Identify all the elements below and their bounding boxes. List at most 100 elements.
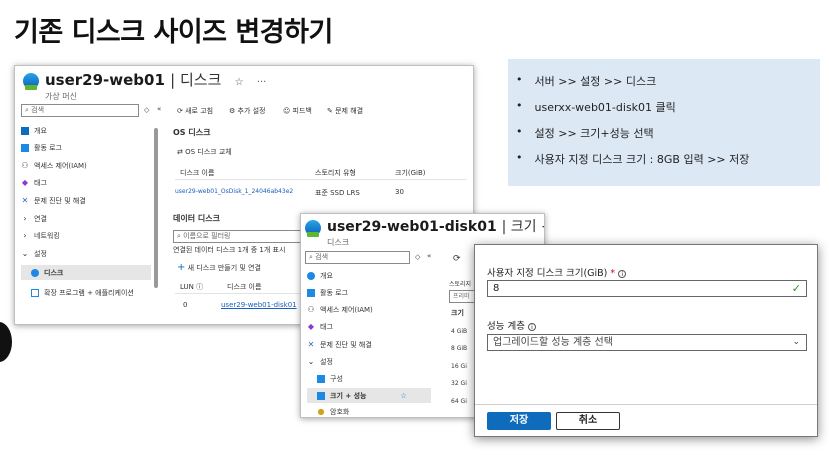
activity-log-icon	[21, 144, 29, 152]
disk-collapse-sidebar-icon[interactable]: «	[427, 252, 431, 260]
overview-icon	[307, 272, 315, 280]
feedback-button[interactable]: ☺ 피드백	[283, 106, 312, 116]
note-step-1: 서버 >> 설정 >> 디스크	[516, 73, 820, 89]
vm-sidebar-scrollbar[interactable]	[154, 128, 158, 288]
os-disk-title: OS 디스크	[173, 128, 211, 137]
wrench-icon: ✕	[21, 196, 29, 205]
disk-sidebar-config[interactable]: 구성	[317, 374, 343, 384]
vm-sidebar-connect[interactable]: › 연결	[21, 214, 47, 224]
performance-tier-label: 성능 계층 i	[487, 318, 536, 332]
disk-sidebar-activity-log[interactable]: 활동 로그	[307, 288, 348, 298]
disk-sidebar-search[interactable]: ⌕ 검색	[305, 251, 410, 264]
os-disk-size: 30	[395, 188, 404, 196]
os-disk-type: 표준 SSD LRS	[315, 189, 360, 197]
vm-sidebar-settings[interactable]: ⌄ 설정	[21, 249, 47, 259]
note-step-2: userxx-web01-disk01 클릭	[516, 99, 820, 115]
tag-icon: ◆	[307, 322, 315, 331]
disk-resource-name: user29-web01-disk01	[327, 219, 497, 235]
data-col-lun: LUN ⓘ	[180, 283, 204, 291]
custom-size-input[interactable]: 8 ✓	[487, 280, 807, 297]
vm-sidebar-overview[interactable]: 개요	[21, 126, 47, 136]
disk-icon	[31, 268, 39, 277]
vm-resource-type: 가상 머신	[45, 92, 77, 101]
wrench-icon: ✕	[307, 340, 315, 349]
extension-icon	[31, 289, 39, 297]
vm-sidebar-diagnose[interactable]: ✕ 문제 진단 및 해결	[21, 196, 86, 206]
iam-icon: ⚇	[307, 305, 315, 314]
pin-star-icon: ☆	[400, 391, 407, 400]
chevron-down-icon: ⌄	[307, 357, 315, 366]
config-icon	[317, 375, 325, 383]
size-row-16[interactable]: 16 Gi	[451, 363, 467, 370]
note-step-3: 설정 >> 크기+성능 선택	[516, 125, 820, 141]
slide-decoration	[0, 322, 12, 362]
troubleshoot-button[interactable]: ✎ 문제 해결	[327, 106, 363, 116]
vm-icon	[23, 73, 39, 90]
os-col-size: 크기(GiB)	[395, 169, 426, 177]
valid-check-icon: ✓	[791, 282, 801, 295]
disk-resource-icon	[305, 220, 321, 237]
save-button[interactable]: 저장	[487, 412, 551, 430]
swap-os-disk-button[interactable]: ⇄ OS 디스크 교체	[177, 147, 232, 157]
os-disk-link[interactable]: user29-web01_OsDisk_1_24046ab43e2	[175, 188, 293, 195]
data-disk-title: 데이터 디스크	[173, 214, 220, 223]
disk-sidebar-encryption[interactable]: ● 암호화	[317, 407, 350, 417]
refresh-button[interactable]: ⟳ 새로 고침	[177, 106, 213, 116]
chevron-right-icon: ›	[23, 231, 27, 240]
vm-sidebar-tags[interactable]: ◆ 태그	[21, 178, 47, 188]
size-row-4[interactable]: 4 GiB	[451, 328, 467, 335]
disk-sidebar-overview[interactable]: 개요	[307, 271, 333, 281]
vm-resource-name: user29-web01	[45, 71, 165, 89]
chevron-down-icon: ⌄	[21, 249, 29, 258]
data-disk-link[interactable]: user29-web01-disk01	[221, 301, 297, 309]
disk-sidebar-tags[interactable]: ◆ 태그	[307, 322, 333, 332]
note-step-4: 사용자 지정 디스크 크기 : 8GB 입력 >> 저장	[516, 151, 820, 167]
vm-sidebar-networking[interactable]: › 네트워킹	[21, 231, 59, 241]
chevron-down-icon: ⌄	[792, 337, 800, 347]
additional-settings-button[interactable]: ⚙ 추가 설정	[229, 106, 266, 116]
vm-sidebar-disks[interactable]: 디스크	[21, 265, 151, 280]
data-disk-count: 연결된 데이터 디스크 1개 중 1개 표시	[173, 246, 286, 254]
disk-sidebar-size-performance[interactable]: 크기 + 성능 ☆	[307, 388, 431, 403]
vm-sidebar-search[interactable]: ⌕ 검색	[21, 104, 139, 117]
info-icon: i	[618, 270, 627, 278]
vm-page-name: 디스크	[179, 71, 222, 89]
vm-sidebar-iam[interactable]: ⚇ 액세스 제어(IAM)	[21, 161, 86, 171]
size-icon	[317, 391, 325, 400]
more-icon[interactable]: ···	[257, 77, 267, 88]
activity-log-icon	[307, 289, 315, 297]
dialog-footer-divider	[475, 404, 817, 405]
instruction-note: 서버 >> 설정 >> 디스크 userxx-web01-disk01 클릭 설…	[508, 59, 820, 186]
overview-icon	[21, 127, 29, 135]
vm-sidebar-activity-log[interactable]: 활동 로그	[21, 143, 62, 153]
data-table-divider	[175, 293, 315, 294]
disk-refresh-icon[interactable]: ⟳	[453, 254, 461, 264]
custom-size-label: 사용자 지정 디스크 크기(GiB) * i	[487, 265, 627, 279]
add-new-disk-button[interactable]: + 새 디스크 만들기 및 연결	[177, 262, 261, 273]
size-row-64[interactable]: 64 Gi	[451, 398, 467, 405]
disk-sidebar-diagnose[interactable]: ✕ 문제 진단 및 해결	[307, 340, 372, 350]
performance-tier-select[interactable]: 업그레이드할 성능 계층 선택 ⌄	[487, 334, 807, 351]
vm-sidebar-extensions[interactable]: 확장 프로그램 + 애플리케이션	[31, 288, 141, 298]
custom-size-dialog: 사용자 지정 디스크 크기(GiB) * i 8 ✓ 성능 계층 i 업그레이드할 …	[474, 244, 818, 437]
vm-header: user29-web01 | 디스크 ☆ ··· 가상 머신	[23, 69, 266, 102]
slide-title: 기존 디스크 사이즈 변경하기	[14, 17, 333, 48]
key-icon: ●	[317, 407, 325, 416]
size-row-8[interactable]: 8 GiB	[451, 345, 467, 352]
disk-sidebar-iam[interactable]: ⚇ 액세스 제어(IAM)	[307, 305, 372, 315]
disk-search-options-icon[interactable]: ◇	[415, 253, 420, 261]
data-disk-filter[interactable]: ⌕ 이름으로 필터링	[173, 230, 303, 243]
vm-collapse-sidebar-icon[interactable]: «	[157, 105, 161, 113]
storage-label: 스토리지	[449, 281, 472, 288]
cancel-button[interactable]: 취소	[556, 412, 620, 430]
disk-page-name: 크기 + 성능	[510, 219, 544, 235]
iam-icon: ⚇	[21, 161, 29, 170]
disk-sidebar-settings[interactable]: ⌄ 설정	[307, 357, 333, 367]
chevron-right-icon: ›	[23, 214, 27, 223]
info-icon: i	[527, 323, 536, 331]
os-col-type: 스토리지 유형	[315, 169, 356, 177]
size-row-32[interactable]: 32 Gi	[451, 380, 467, 387]
vm-search-options-icon[interactable]: ◇	[144, 106, 149, 114]
favorite-star-icon[interactable]: ☆	[235, 77, 244, 88]
tag-icon: ◆	[21, 178, 29, 187]
